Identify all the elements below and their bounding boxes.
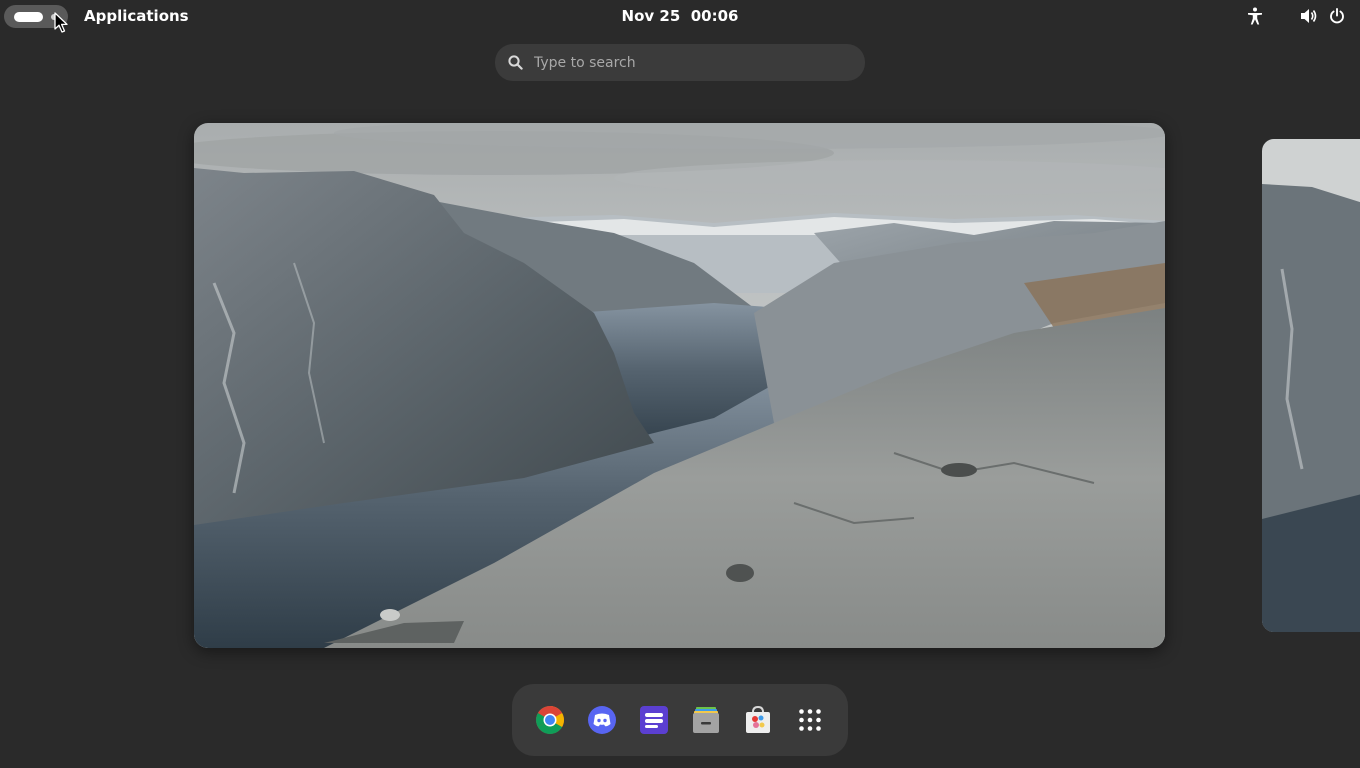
fjord-wallpaper: [194, 123, 1165, 648]
discord-icon: [588, 706, 616, 734]
activities-pill-icon: [14, 11, 43, 22]
accessibility-icon[interactable]: [1246, 7, 1264, 25]
app-grid-icon: [799, 709, 821, 731]
clock: Nov 25 00:06: [0, 7, 1360, 25]
workspace-thumbnail-1[interactable]: [194, 123, 1165, 648]
search-icon: [508, 55, 523, 70]
clock-time: 00:06: [690, 7, 739, 25]
fjord-wallpaper-mini: [1262, 139, 1360, 632]
clock-date: Nov 25: [621, 7, 681, 25]
dash: [512, 684, 848, 756]
volume-icon[interactable]: [1300, 7, 1318, 25]
chrome-icon: [536, 706, 564, 734]
files-icon: [693, 707, 719, 733]
clock-button[interactable]: Nov 25 00:06: [622, 7, 739, 25]
dash-item-files[interactable]: [690, 704, 722, 736]
dash-item-chrome[interactable]: [534, 704, 566, 736]
software-store-icon: [746, 705, 770, 733]
power-icon[interactable]: [1328, 7, 1346, 25]
applications-menu[interactable]: Applications: [84, 7, 189, 25]
notes-app-icon: [640, 706, 668, 734]
dash-item-software[interactable]: [742, 704, 774, 736]
search-input[interactable]: [534, 54, 834, 71]
dash-item-show-apps[interactable]: [794, 704, 826, 736]
dash-item-discord[interactable]: [586, 704, 618, 736]
search-field[interactable]: [495, 44, 865, 81]
top-bar: Applications Nov 25 00:06: [0, 0, 1360, 32]
system-tray: [1246, 7, 1346, 25]
dash-item-notes[interactable]: [638, 704, 670, 736]
workspace-thumbnail-2[interactable]: [1262, 139, 1360, 632]
mouse-cursor-icon: [54, 12, 68, 33]
